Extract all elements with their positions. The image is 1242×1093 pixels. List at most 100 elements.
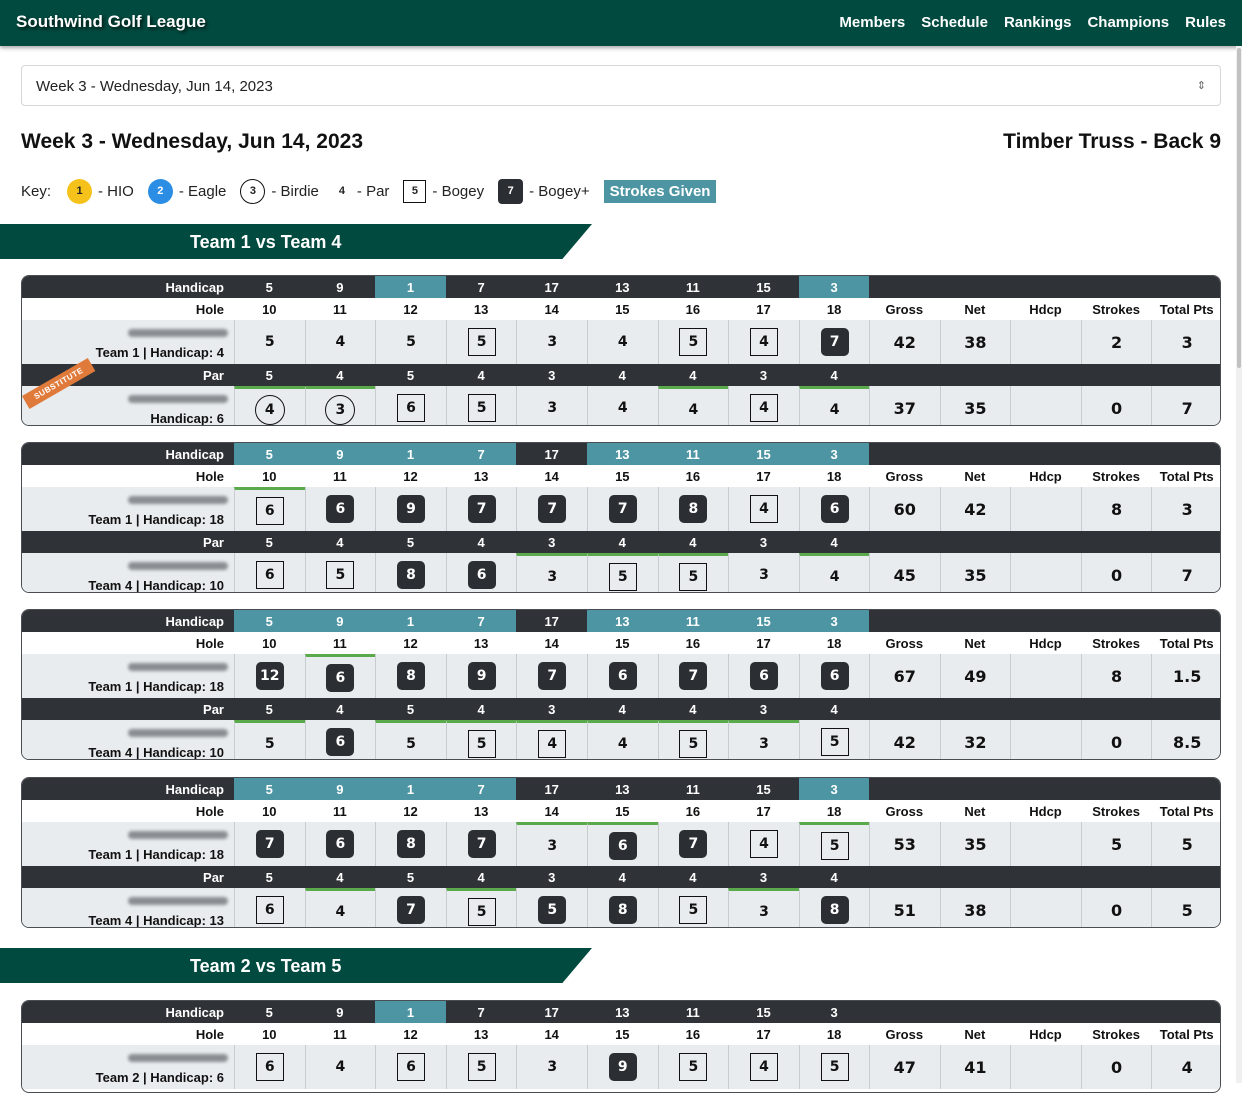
stat-header: Net: [964, 301, 986, 317]
hole-handicap: 15: [756, 279, 771, 295]
hole-score: 7: [587, 487, 658, 531]
hole-par: 5: [406, 869, 415, 885]
hole-number: 15: [615, 301, 630, 317]
nav-link-champions[interactable]: Champions: [1087, 14, 1169, 31]
net-score-value: 32: [964, 732, 987, 752]
net-score: 41: [939, 1045, 1011, 1089]
hole-handicap: 3: [798, 778, 870, 800]
hdcp-value: [1010, 888, 1081, 927]
nav-link-rankings[interactable]: Rankings: [1004, 14, 1072, 31]
hole-handicap: 5: [234, 778, 305, 800]
player-score-row: Team 4 | Handicap: 10 5 6 5 5 4 4 5 3 5 42 32 0 8.5: [22, 720, 1220, 759]
bogey-score: 6: [255, 561, 284, 589]
player-label: Team 4 | Handicap: 13: [22, 888, 234, 927]
hole-score: 6: [234, 1045, 305, 1089]
bogey-score: 6: [255, 1053, 284, 1081]
bogey-score: 5: [679, 896, 708, 924]
hole-par: 4: [618, 367, 626, 383]
hole-par: 3: [759, 869, 768, 885]
strokes-value: 0: [1080, 386, 1152, 425]
hole-score: 5: [234, 720, 305, 759]
total-points: 3: [1151, 487, 1220, 531]
hole-score: 5: [657, 720, 729, 759]
hole-par: 4: [830, 367, 838, 383]
hole-handicap: 17: [544, 781, 559, 797]
hole-handicap: 9: [304, 778, 376, 800]
hole-number: 17: [756, 301, 771, 317]
total-points: 5: [1151, 888, 1220, 927]
bogey-score: 4: [749, 830, 778, 858]
hole-handicap: 17: [544, 1004, 559, 1020]
nav-link-members[interactable]: Members: [839, 14, 905, 31]
row-label: Par: [203, 869, 224, 885]
key-label: - HIO: [98, 182, 134, 200]
player-name-redacted: [128, 496, 228, 504]
hole-score: 5: [587, 553, 658, 592]
row-label: Hole: [195, 803, 224, 819]
hole-score: 6: [375, 386, 446, 425]
player-label: Team 1 | Handicap: 18: [22, 654, 234, 698]
bogey-score: 5: [820, 1053, 849, 1081]
hole-number: 17: [756, 635, 771, 651]
hole-number: 10: [262, 803, 277, 819]
hole-score: 5: [657, 553, 729, 592]
hole-number: 16: [685, 468, 701, 484]
bogey-plus-score: 12: [255, 662, 284, 690]
hdcp-value: [1010, 487, 1081, 531]
hole-score: 5: [798, 822, 870, 866]
row-label: Hole: [195, 635, 224, 651]
hole-number: 15: [615, 1026, 630, 1042]
hole-par: 4: [689, 869, 697, 885]
net-score: 38: [939, 320, 1011, 364]
player-name-redacted: [128, 663, 228, 671]
hole-par: 3: [548, 367, 556, 383]
row-label: Handicap: [165, 279, 224, 295]
hole-handicap: 15: [756, 1004, 771, 1020]
key-label: - Bogey: [432, 182, 485, 200]
gross-score: 60: [869, 487, 940, 531]
par-score: 3: [759, 735, 769, 752]
stat-header: Hdcp: [1029, 1026, 1062, 1042]
hole-handicap: 9: [336, 1004, 344, 1020]
strokes-value-value: 0: [1111, 900, 1123, 920]
hole-handicap: 17: [544, 446, 559, 462]
hole-score: 6: [587, 654, 658, 698]
hole-par: 4: [689, 701, 697, 717]
bogey-plus-score: 6: [326, 495, 355, 523]
bogey-score: 6: [396, 1053, 425, 1081]
total-points-value: 7: [1181, 398, 1193, 418]
net-score-value: 49: [964, 666, 987, 686]
brand-logo[interactable]: Southwind Golf League: [16, 12, 206, 32]
hole-handicap: 11: [686, 279, 700, 295]
hole-number: 12: [403, 803, 418, 819]
net-score: 35: [939, 553, 1011, 592]
nav-link-schedule[interactable]: Schedule: [921, 14, 988, 31]
net-score: 49: [939, 654, 1011, 698]
handicap-row: Handicap 5 9 1 7 17 13 11 15 3: [22, 1001, 1220, 1023]
bogey-plus-score: 7: [538, 495, 567, 523]
bogey-plus-score: 7: [467, 830, 496, 858]
hole-par: 5: [265, 701, 273, 717]
hole-score: 6: [728, 654, 799, 698]
hole-score: 6: [375, 1045, 446, 1089]
week-select-dropdown[interactable]: Week 3 - Wednesday, Jun 14, 2023 ⇕: [21, 65, 1221, 106]
bogey-plus-score: 7: [396, 896, 425, 924]
key-item-bogey-plus: 7 - Bogey+: [498, 178, 590, 204]
hole-score: 5: [516, 888, 587, 927]
hole-handicap: 13: [615, 781, 630, 797]
hole-handicap: 9: [304, 610, 376, 632]
hole-score: 4: [587, 320, 658, 364]
bogey-score: 5: [467, 328, 496, 356]
key-label: - Eagle: [178, 182, 227, 200]
hole-score: 3: [728, 553, 799, 592]
hole-number: 10: [262, 635, 277, 651]
hole-handicap: 15: [728, 610, 799, 632]
strokes-value-value: 0: [1111, 565, 1123, 585]
scrollbar-thumb[interactable]: [1237, 48, 1241, 368]
hole-score: 6: [304, 654, 376, 698]
key-label: - Par: [356, 182, 390, 200]
nav-link-rules[interactable]: Rules: [1185, 14, 1226, 31]
key-label: - Birdie: [271, 182, 319, 200]
page-scrollbar[interactable]: [1236, 46, 1242, 1083]
total-points: 4: [1151, 1045, 1220, 1089]
